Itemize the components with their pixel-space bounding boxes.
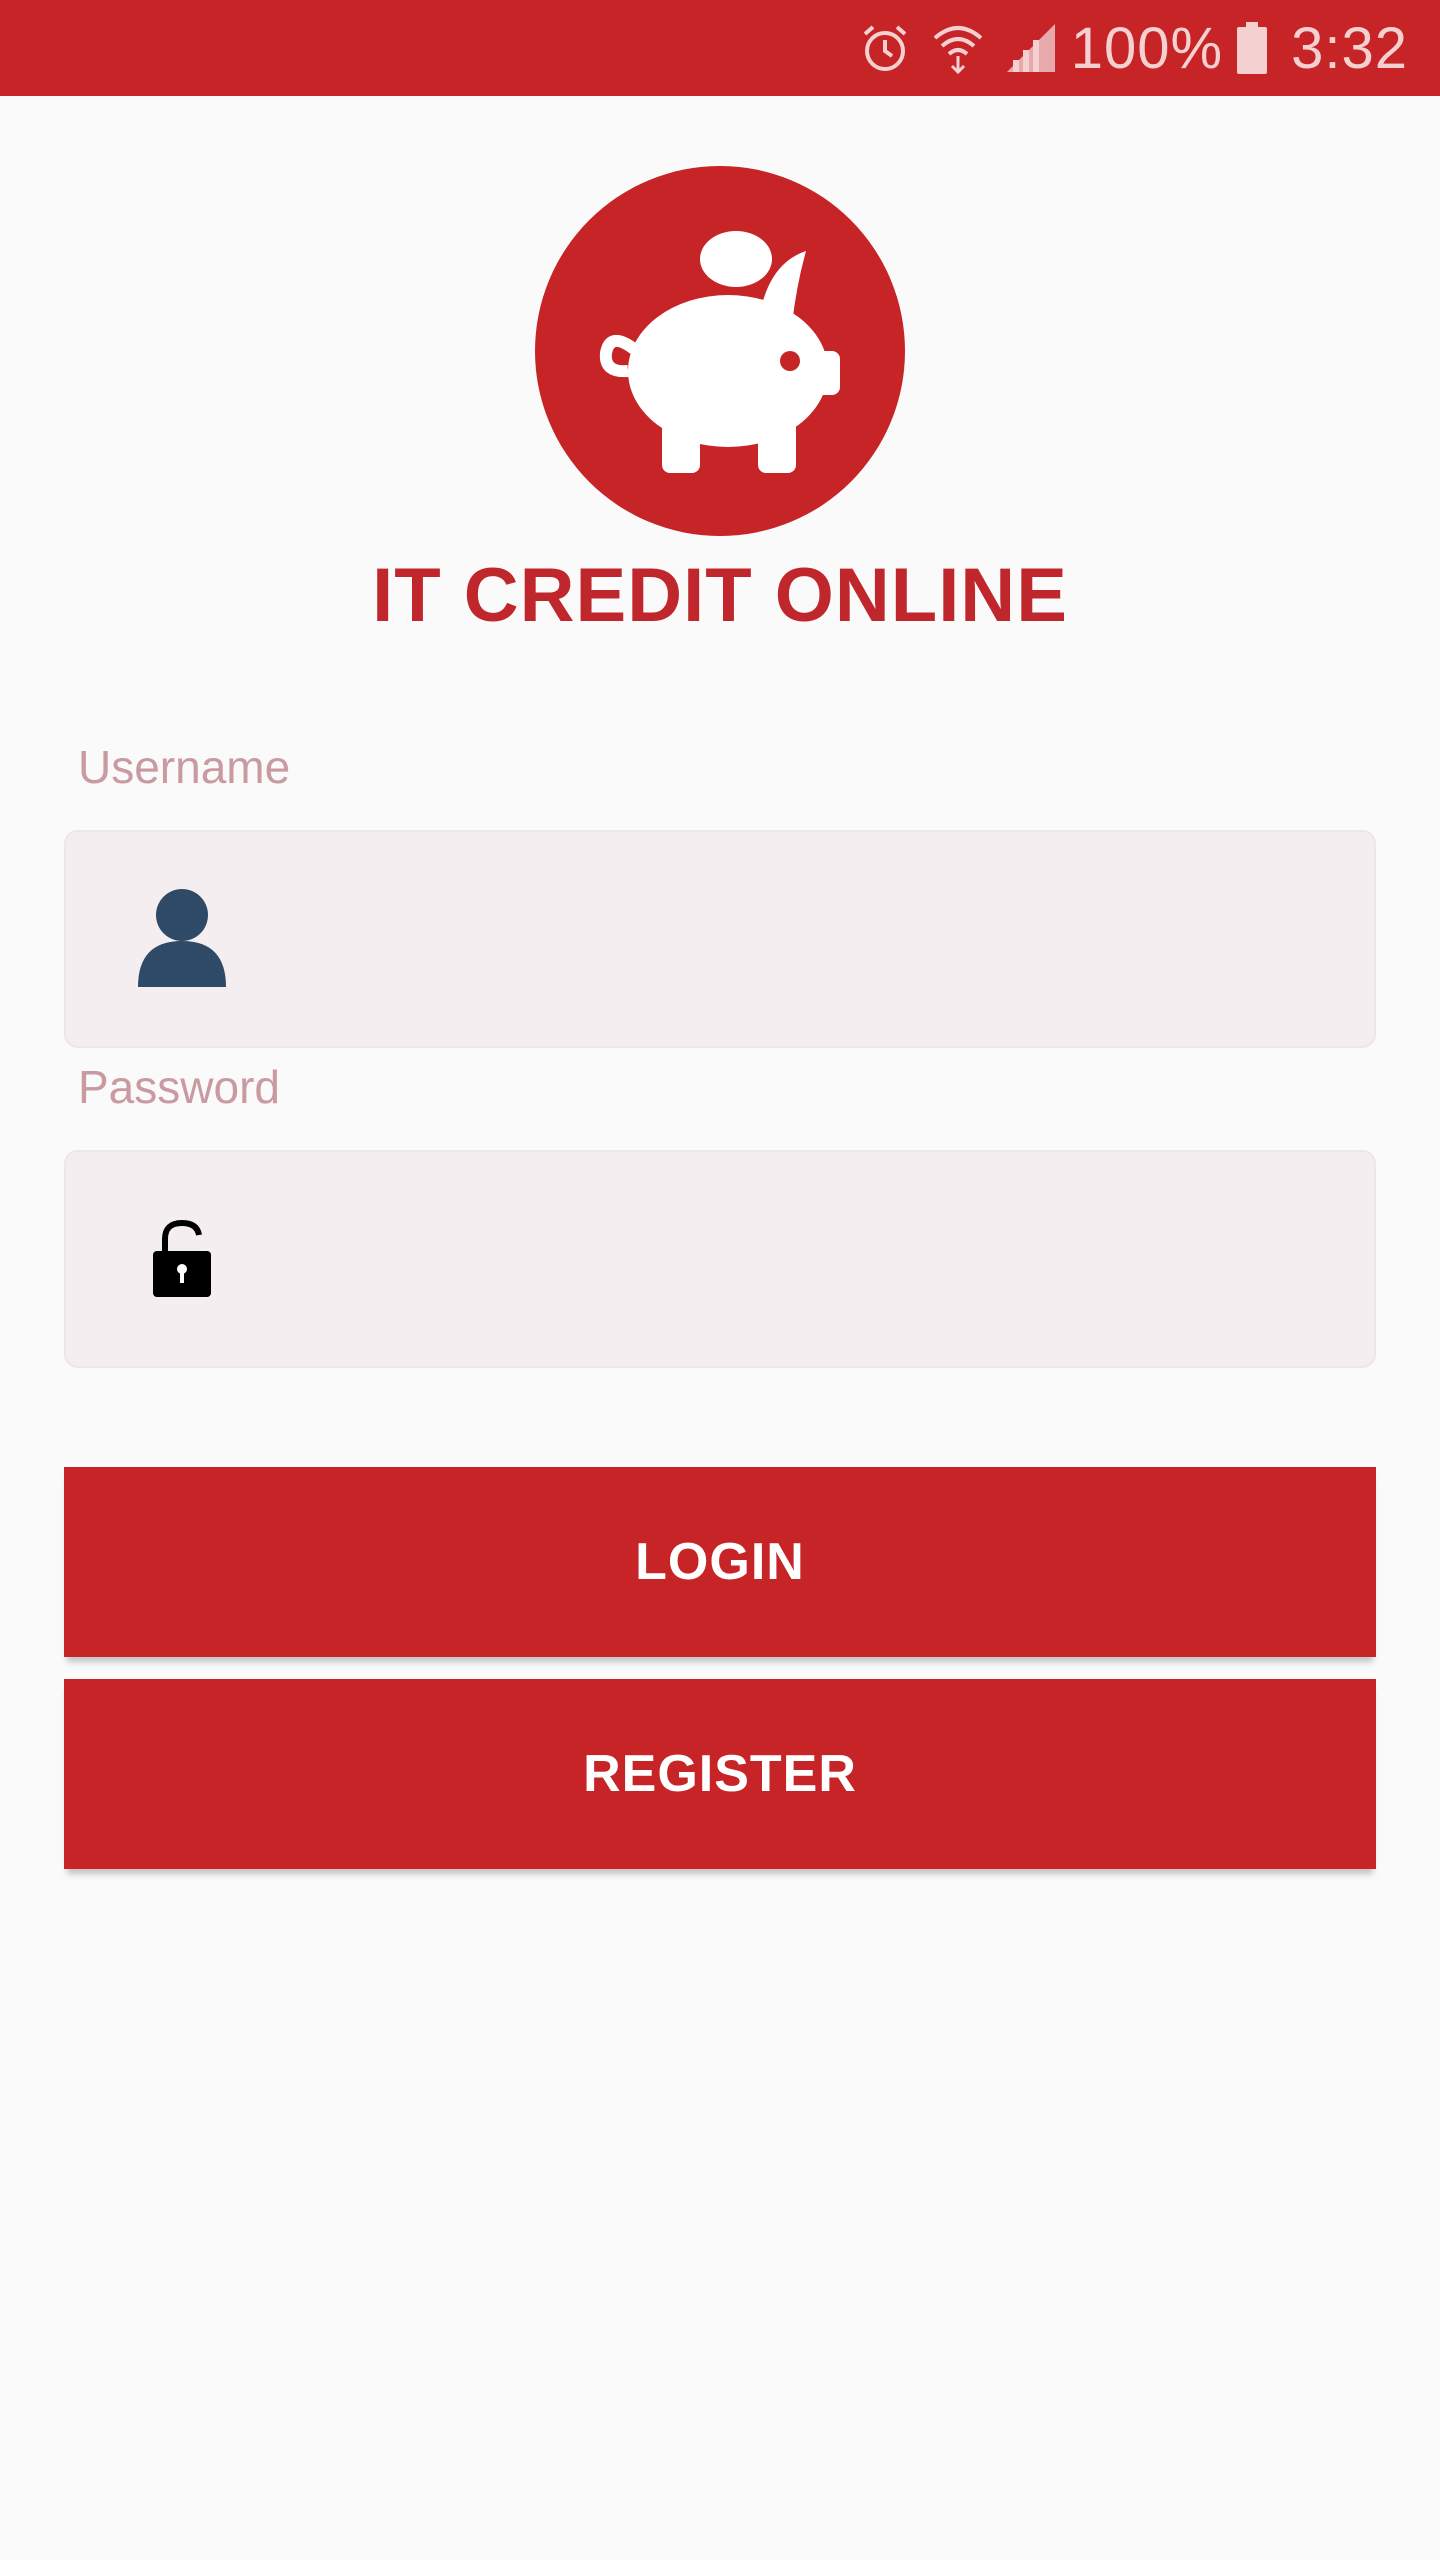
user-icon (132, 884, 232, 994)
username-label: Username (78, 741, 291, 793)
register-button[interactable]: REGISTER (64, 1679, 1376, 1869)
app-title: IT CREDIT ONLINE (372, 553, 1068, 638)
wifi-icon (931, 20, 985, 76)
status-bar: 100% 3:32 (0, 0, 1440, 96)
battery-icon (1235, 20, 1269, 76)
password-field-container[interactable] (64, 1150, 1376, 1368)
login-button[interactable]: LOGIN (64, 1467, 1376, 1657)
battery-percent: 100% (1070, 15, 1224, 81)
username-field-container[interactable] (64, 830, 1376, 1048)
app-logo (535, 166, 905, 536)
username-input[interactable] (266, 832, 1346, 1046)
signal-icon (1005, 20, 1057, 76)
piggy-bank-icon (599, 231, 840, 473)
unlock-icon (132, 1204, 232, 1314)
clock: 3:32 (1291, 15, 1408, 81)
alarm-icon (859, 20, 911, 76)
password-label: Password (78, 1061, 280, 1113)
password-input[interactable] (266, 1152, 1346, 1366)
